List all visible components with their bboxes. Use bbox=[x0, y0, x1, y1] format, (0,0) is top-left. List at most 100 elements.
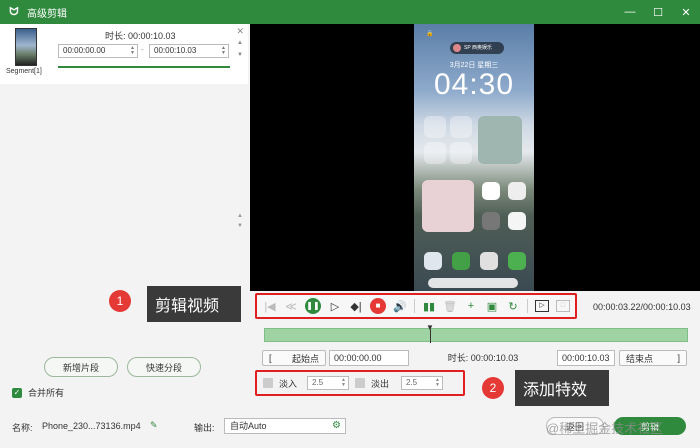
merge-all-option[interactable]: ✓ 合并所有 bbox=[12, 386, 64, 399]
phone-pill-text: SP 西奥娱乐 bbox=[464, 45, 492, 51]
fade-out-input[interactable]: 2.5 ▲ ▼ bbox=[401, 376, 443, 390]
volume-icon[interactable]: 🔊 bbox=[393, 300, 407, 313]
fade-out-label: 淡出 bbox=[371, 378, 390, 389]
set-end-button[interactable]: 结束点 ] bbox=[619, 350, 687, 366]
output-select[interactable]: 自动Auto ⚙ bbox=[224, 418, 346, 434]
segment-end-time-field[interactable]: 00:00:10.03 ▲ ▼ bbox=[149, 44, 229, 58]
pause-icon[interactable]: ❚❚ bbox=[305, 298, 321, 314]
scroll-up-icon[interactable]: ▲ bbox=[237, 213, 243, 219]
phone-notification-pill: SP 西奥娱乐 bbox=[450, 42, 504, 54]
callout-label: 剪辑视频 bbox=[147, 286, 241, 322]
clock-app-icon bbox=[482, 182, 500, 200]
messages-app-icon bbox=[508, 252, 526, 270]
scroll-down-icon[interactable]: ▼ bbox=[237, 223, 243, 229]
lock-status-icon: 🔒 bbox=[426, 31, 434, 37]
merge-all-label: 合并所有 bbox=[28, 388, 65, 398]
camera-app-icon bbox=[480, 252, 498, 270]
add-segment-button[interactable]: 新增片段 bbox=[44, 357, 118, 377]
maximize-icon[interactable]: ☐ bbox=[652, 6, 664, 19]
playback-timecode: 00:00:03.22/00:00:10.03 bbox=[593, 302, 691, 312]
weather-app-icon bbox=[424, 252, 442, 270]
window-title: 高级剪辑 bbox=[27, 8, 67, 20]
fade-out-value: 2.5 bbox=[406, 378, 418, 387]
playback-toolbar: |◀ ≪ ❚❚ ▷ ◆| ■ 🔊 ▮▮ 🗑 + ▣ ↻ ▷ □ bbox=[255, 293, 577, 319]
app-folder-icon bbox=[424, 116, 446, 138]
name-label: 名称: bbox=[12, 423, 33, 433]
timeline-track[interactable]: ▼ bbox=[264, 323, 688, 343]
spinner-icon[interactable]: ▲ ▼ bbox=[435, 378, 440, 388]
spinner-icon[interactable]: ▲ ▼ bbox=[341, 378, 346, 388]
split-clip-icon[interactable]: ▮▮ bbox=[422, 300, 436, 313]
move-down-icon[interactable]: ▼ bbox=[237, 52, 243, 58]
segment-duration: 时长: 00:00:10.03 bbox=[105, 31, 176, 41]
fade-in-checkbox[interactable] bbox=[263, 378, 273, 388]
rewind-icon[interactable]: ≪ bbox=[284, 300, 298, 313]
range-bar: [ 起始点 00:00:00.00 时长: 00:00:10.03 00:00:… bbox=[262, 350, 690, 366]
fit-frame-icon[interactable]: □ bbox=[556, 300, 570, 312]
close-icon[interactable]: ✕ bbox=[680, 6, 692, 19]
mark-split-icon[interactable]: ◆| bbox=[349, 300, 363, 313]
range-start-value: 00:00:00.00 bbox=[334, 353, 382, 363]
fade-in-input[interactable]: 2.5 ▲ ▼ bbox=[307, 376, 349, 390]
phone-app-icon bbox=[452, 252, 470, 270]
copy-icon[interactable]: ▣ bbox=[485, 300, 499, 313]
step-forward-icon[interactable]: ▷ bbox=[328, 300, 342, 313]
calculator-app-icon bbox=[508, 182, 526, 200]
title-bar: ᗢ 高级剪辑 — ☐ ✕ bbox=[0, 0, 700, 24]
crop-icon[interactable]: ▷ bbox=[535, 300, 549, 312]
segment-panel: Segment[1] 时长: 00:00:10.03 00:00:00.00 ▲… bbox=[0, 24, 250, 448]
app-folder-icon bbox=[424, 142, 446, 164]
rotate-icon[interactable]: ↻ bbox=[506, 300, 520, 313]
output-label: 输出: bbox=[194, 423, 215, 433]
bunny-logo-icon: ᗢ bbox=[9, 5, 19, 18]
remove-segment-icon[interactable]: ✕ bbox=[236, 26, 244, 37]
window-controls: — ☐ ✕ bbox=[624, 0, 692, 24]
move-up-icon[interactable]: ▲ bbox=[237, 40, 243, 46]
range-start-field[interactable]: 00:00:00.00 bbox=[329, 350, 409, 366]
watermark: @稀土掘金技术社区 bbox=[546, 421, 664, 436]
preview-frame: 🔒 SP 西奥娱乐 3月22日 星期三 04:30 bbox=[414, 24, 534, 291]
segment-start-time-value: 00:00:00.00 bbox=[63, 46, 106, 55]
range-duration: 时长: 00:00:10.03 bbox=[447, 353, 519, 363]
phone-search-bar bbox=[428, 278, 518, 288]
phone-clock: 04:30 bbox=[433, 68, 515, 101]
fade-in-label: 淡入 bbox=[279, 378, 298, 389]
segment-range-indicator bbox=[58, 66, 230, 68]
toolbar-divider bbox=[527, 299, 528, 313]
gear-icon[interactable]: ⚙ bbox=[332, 419, 341, 433]
edit-pencil-icon[interactable]: ✎ bbox=[150, 420, 158, 431]
spinner-icon[interactable]: ▲ ▼ bbox=[221, 46, 226, 56]
segment-card[interactable]: Segment[1] 时长: 00:00:10.03 00:00:00.00 ▲… bbox=[0, 24, 248, 84]
set-end-label: 结束点 bbox=[626, 353, 654, 364]
callout-number-badge: 1 bbox=[109, 290, 131, 312]
fade-out-checkbox[interactable] bbox=[355, 378, 365, 388]
segment-thumbnail[interactable] bbox=[15, 28, 37, 66]
segment-end-time-value: 00:00:10.03 bbox=[154, 46, 197, 55]
callout-label: 添加特效 bbox=[515, 370, 609, 406]
minimize-icon[interactable]: — bbox=[624, 6, 636, 18]
fade-effects-panel: 淡入 2.5 ▲ ▼ 淡出 2.5 ▲ ▼ bbox=[255, 370, 465, 396]
stop-icon[interactable]: ■ bbox=[370, 298, 386, 314]
range-end-value: 00:00:10.03 bbox=[562, 353, 610, 363]
delete-icon[interactable]: 🗑 bbox=[443, 300, 457, 313]
calendar-app-icon bbox=[508, 212, 526, 230]
set-start-button[interactable]: [ 起始点 bbox=[262, 350, 326, 366]
spinner-icon[interactable]: ▲ ▼ bbox=[130, 46, 135, 56]
set-end-bracket-icon: ] bbox=[677, 353, 680, 363]
segment-label: Segment[1] bbox=[6, 68, 42, 75]
range-end-field[interactable]: 00:00:10.03 bbox=[557, 350, 615, 366]
app-folder-icon bbox=[450, 116, 472, 138]
output-select-value: 自动Auto bbox=[230, 421, 267, 431]
callout-number-badge: 2 bbox=[482, 377, 504, 399]
segment-start-time-field[interactable]: 00:00:00.00 ▲ ▼ bbox=[58, 44, 138, 58]
flower-widget-icon bbox=[422, 180, 474, 232]
app-folder-icon bbox=[450, 142, 472, 164]
quick-split-button[interactable]: 快速分段 bbox=[127, 357, 201, 377]
file-name: Phone_230...73136.mp4 bbox=[42, 421, 141, 431]
set-start-label: 起始点 bbox=[291, 353, 319, 364]
add-icon[interactable]: + bbox=[464, 300, 478, 312]
skip-to-start-icon[interactable]: |◀ bbox=[263, 300, 277, 313]
set-start-bracket-icon: [ bbox=[269, 353, 272, 363]
playhead-line bbox=[430, 329, 431, 343]
merge-all-checkbox[interactable]: ✓ bbox=[12, 387, 22, 398]
